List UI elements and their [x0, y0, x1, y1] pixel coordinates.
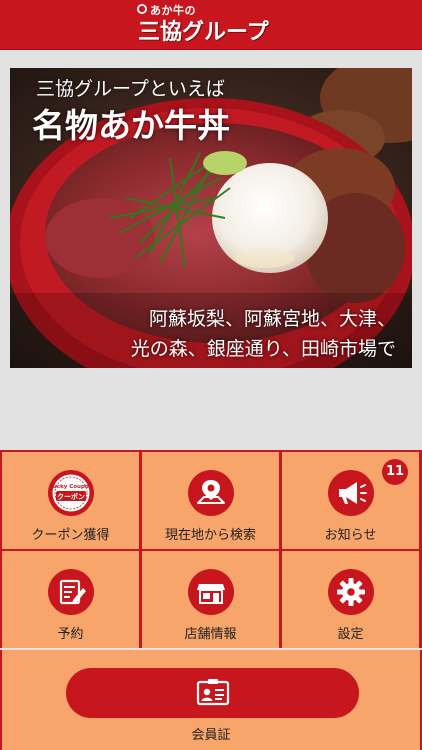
brand-logo[interactable]: あか牛の 三協グループ: [136, 2, 286, 46]
hero-banner[interactable]: 三協グループといえば 名物あか牛丼 阿蘇坂梨、阿蘇宮地、大津、 光の森、銀座通り…: [10, 68, 412, 368]
menu-item-store-info[interactable]: 店舗情報: [142, 551, 279, 648]
member-card-label: 会員証: [191, 728, 231, 743]
member-card-button[interactable]: [66, 668, 359, 718]
menu-item-coupon[interactable]: Lucky Coupon クーポン クーポン獲得: [2, 452, 139, 549]
map-pin-icon: [188, 470, 234, 516]
menu-item-label: お知らせ: [324, 528, 377, 543]
app-header: あか牛の 三協グループ: [0, 0, 422, 50]
notification-count-badge: 11: [382, 459, 408, 485]
menu-item-label: クーポン獲得: [31, 528, 110, 543]
store-icon: [188, 569, 234, 615]
member-card-panel: 会員証: [2, 650, 420, 750]
menu-grid: Lucky Coupon クーポン クーポン獲得 現在地から検索 お知らせ 予約…: [0, 450, 422, 648]
menu-item-reservation[interactable]: 予約: [2, 551, 139, 648]
hero-locations-line-2: 光の森、銀座通り、田崎市場で: [130, 338, 396, 360]
hero-locations-line-1: 阿蘇坂梨、阿蘇宮地、大津、: [148, 308, 396, 330]
member-card-section: 会員証: [0, 650, 422, 750]
megaphone-icon: [328, 470, 374, 516]
logo-brand-text: 三協グループ: [138, 20, 269, 45]
reservation-icon: [48, 569, 94, 615]
member-card-icon: [196, 679, 230, 706]
menu-item-search-nearby[interactable]: 現在地から検索: [142, 452, 279, 549]
hero-subtitle: 三協グループといえば: [36, 78, 225, 100]
coupon-icon-text: クーポン: [57, 492, 85, 501]
menu-item-label: 予約: [57, 627, 84, 642]
menu-item-settings[interactable]: 設定: [282, 551, 419, 648]
hero-title: 名物あか牛丼: [32, 106, 230, 145]
menu-item-label: 設定: [337, 627, 364, 642]
coupon-icon: Lucky Coupon クーポン: [48, 470, 94, 516]
menu-item-label: 現在地から検索: [164, 528, 256, 543]
menu-item-label: 店舗情報: [184, 627, 237, 642]
gear-icon: [328, 569, 374, 615]
coupon-icon-caption: Lucky Coupon: [49, 484, 92, 490]
